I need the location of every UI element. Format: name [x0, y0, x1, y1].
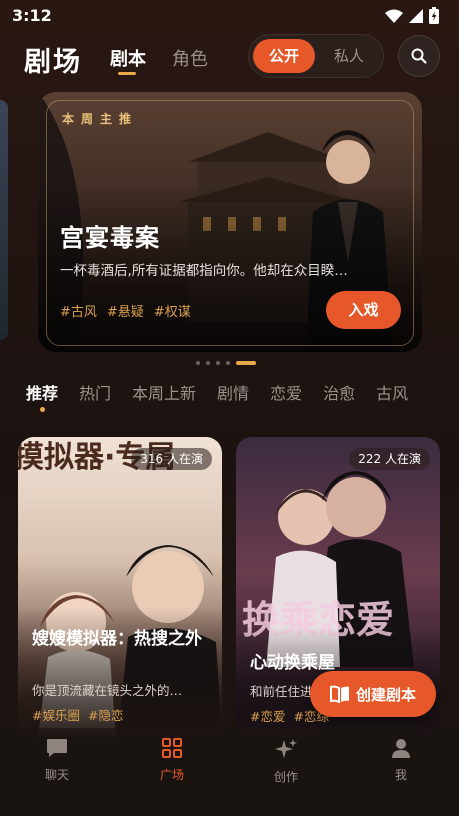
nav-me[interactable]: 我: [371, 738, 431, 783]
category-active-indicator: [40, 407, 45, 412]
carousel-dot[interactable]: [206, 361, 210, 365]
search-icon: [411, 48, 427, 64]
carousel-indicator: [196, 361, 256, 365]
create-script-button[interactable]: 创建剧本: [310, 671, 436, 717]
tab-scripts[interactable]: 剧本: [110, 45, 146, 71]
hero-tag-item[interactable]: #悬疑: [107, 301, 144, 320]
status-icons: [385, 7, 439, 24]
hero-featured-tag: 本周主推: [62, 112, 139, 126]
nav-create[interactable]: 创作: [256, 738, 316, 785]
card-tags: #娱乐圈 #隐恋: [32, 705, 123, 724]
signal-icon: [409, 8, 423, 23]
app-brand-title: 剧场: [24, 47, 82, 78]
visibility-private-option[interactable]: 私人: [320, 39, 378, 73]
status-time: 3:12: [12, 6, 52, 25]
book-icon: [329, 685, 349, 703]
category-new-this-week[interactable]: 本周上新: [132, 380, 196, 404]
previous-slide-peek[interactable]: [0, 100, 8, 340]
nav-chat-label: 聊天: [44, 768, 69, 782]
category-healing[interactable]: 治愈: [323, 380, 355, 404]
sparkle-icon: [275, 739, 297, 758]
grid-icon: [162, 738, 182, 758]
chat-icon: [47, 739, 67, 757]
category-story[interactable]: 剧情: [217, 380, 249, 404]
card-tag[interactable]: #娱乐圈: [32, 705, 80, 724]
card-title: 嫂嫂模拟器：热搜之外: [32, 629, 202, 649]
visibility-public-option[interactable]: 公开: [253, 39, 315, 73]
script-card[interactable]: 摸拟器·专属 316 人在演 嫂嫂模拟器：热搜之外 你是顶流藏在镜头之外的… #…: [18, 437, 222, 737]
players-count-badge: 222 人在演: [349, 448, 430, 470]
carousel-dot[interactable]: [196, 361, 200, 365]
tab-roles[interactable]: 角色: [172, 45, 208, 71]
hero-tag-item[interactable]: #古风: [60, 301, 97, 320]
wifi-icon: [385, 9, 403, 23]
tab-active-indicator: [118, 72, 136, 75]
nav-create-label: 创作: [273, 770, 298, 784]
card-description: 你是顶流藏在镜头之外的…: [32, 683, 183, 698]
card-tag[interactable]: #恋爱: [250, 706, 285, 725]
players-count-badge: 316 人在演: [131, 448, 212, 470]
nav-plaza-label: 广场: [159, 768, 184, 782]
carousel-dot-active[interactable]: [236, 361, 256, 365]
create-script-label: 创建剧本: [355, 685, 416, 704]
search-button[interactable]: [398, 35, 440, 77]
battery-icon: [429, 7, 439, 24]
hero-tags: #古风 #悬疑 #权谋: [60, 301, 191, 320]
status-bar: 3:12: [0, 0, 459, 32]
category-recommended[interactable]: 推荐: [26, 380, 58, 404]
category-popular[interactable]: 热门: [79, 380, 111, 404]
card-tag[interactable]: #隐恋: [88, 705, 123, 724]
category-romance[interactable]: 恋爱: [270, 380, 302, 404]
category-tabs: 推荐 热门 本周上新 剧情 恋爱 治愈 古风: [26, 380, 429, 404]
hero-title: 宫宴毒案: [60, 224, 160, 252]
hero-description: 一杯毒酒后,所有证据都指向你。他却在众目睽…: [60, 263, 348, 279]
hero-tag-item[interactable]: #权谋: [154, 301, 191, 320]
category-ancient[interactable]: 古风: [376, 380, 408, 404]
carousel-dot[interactable]: [226, 361, 230, 365]
enter-play-button[interactable]: 入戏: [326, 291, 401, 329]
nav-plaza[interactable]: 广场: [142, 738, 202, 783]
carousel-dot[interactable]: [216, 361, 220, 365]
nav-chat[interactable]: 聊天: [27, 738, 87, 783]
nav-me-label: 我: [394, 768, 407, 782]
user-icon: [392, 739, 410, 758]
